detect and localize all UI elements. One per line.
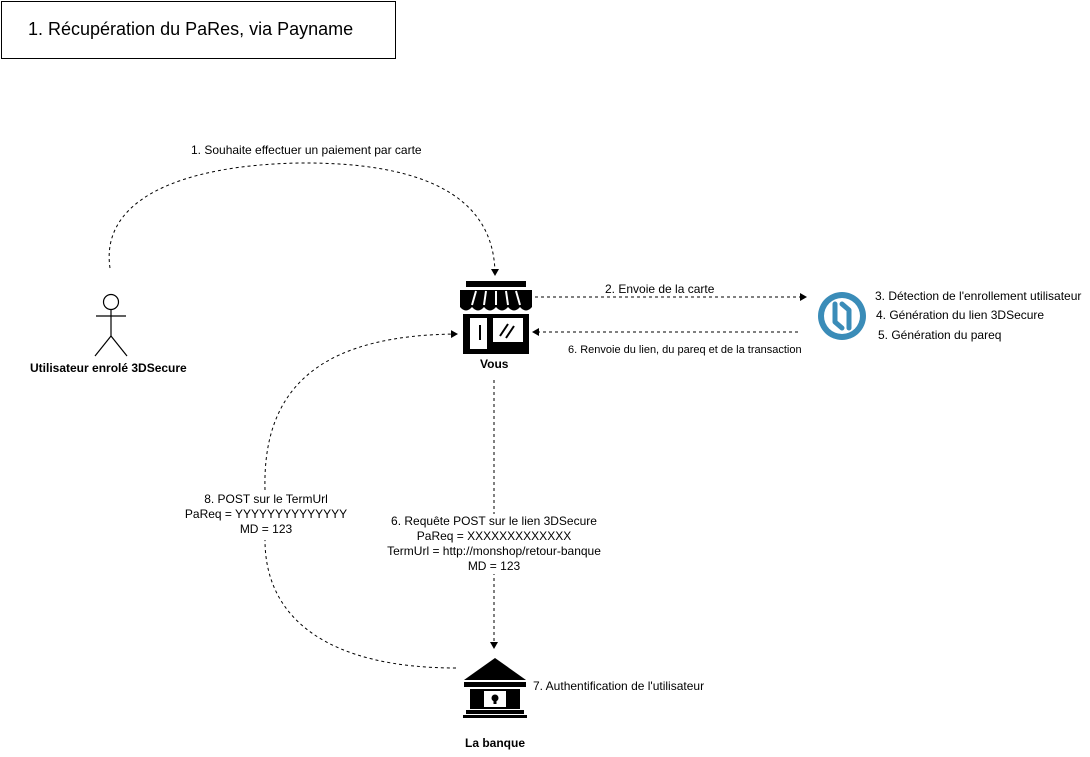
- storefront-icon: [460, 281, 532, 354]
- step-8-line-1: 8. POST sur le TermUrl: [204, 492, 328, 506]
- step-8-line-2: PaReq = YYYYYYYYYYYYYY: [184, 507, 348, 521]
- diagram-canvas: [94, 162, 866, 718]
- step-8-line-3: MD = 123: [239, 522, 293, 536]
- step-8-label: 8. POST sur le TermUrl PaReq = YYYYYYYYY…: [181, 492, 351, 537]
- step-3-label: 3. Détection de l'enrollement utilisateu…: [875, 289, 1082, 303]
- payname-logo-icon: [818, 292, 866, 340]
- step-6-post-line-4: MD = 123: [467, 559, 521, 573]
- step-6-post-line-2: PaReq = XXXXXXXXXXXXX: [416, 529, 572, 543]
- bank-building-icon: [463, 658, 527, 718]
- connector-step-1: [108, 162, 499, 276]
- step-2-label: 2. Envoie de la carte: [605, 282, 715, 296]
- step-7-label: 7. Authentification de l'utilisateur: [533, 679, 705, 693]
- actor-user-label: Utilisateur enrolé 3DSecure: [30, 361, 187, 375]
- step-6-post-line-1: 6. Requête POST sur le lien 3DSecure: [391, 514, 597, 528]
- step-1-label: 1. Souhaite effectuer un paiement par ca…: [190, 143, 423, 158]
- step-6-post-label: 6. Requête POST sur le lien 3DSecure PaR…: [378, 514, 610, 574]
- actor-bank-label: La banque: [465, 736, 526, 750]
- step-4-label: 4. Génération du lien 3DSecure: [876, 308, 1045, 322]
- step-6-post-line-3: TermUrl = http://monshop/retour-banque: [387, 544, 601, 558]
- actor-shop-label: Vous: [480, 357, 509, 371]
- step-6-return-label: 6. Renvoie du lien, du pareq et de la tr…: [568, 344, 802, 356]
- stick-figure-icon: [94, 293, 128, 357]
- step-5-label: 5. Génération du pareq: [878, 328, 1002, 342]
